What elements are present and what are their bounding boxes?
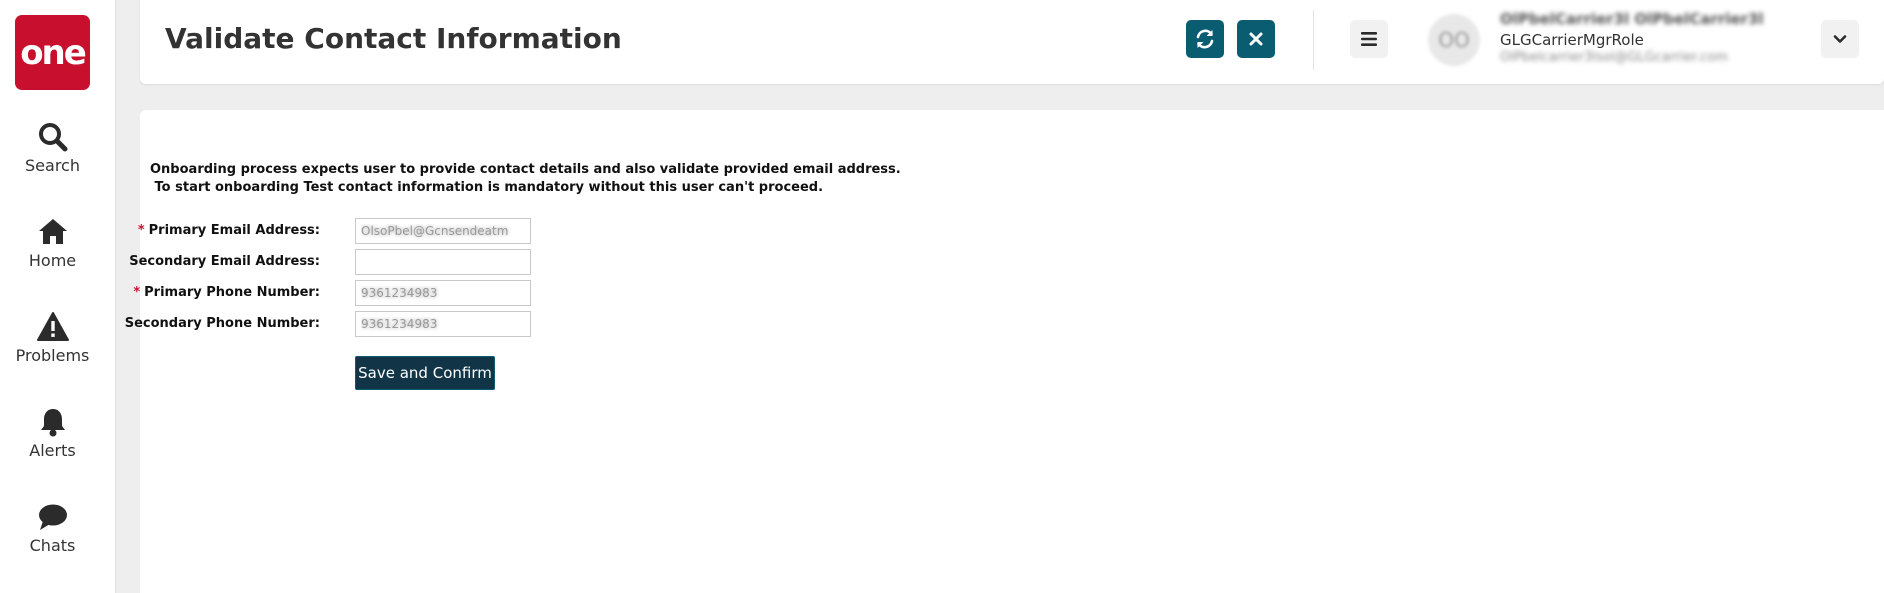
content-panel: Onboarding process expects user to provi… bbox=[125, 110, 1884, 593]
main-menu-button[interactable] bbox=[1350, 20, 1388, 58]
required-marker: * bbox=[133, 285, 141, 300]
intro-text: Onboarding process expects user to provi… bbox=[150, 161, 901, 197]
secondary-phone-label: Secondary Phone Number: bbox=[124, 316, 320, 331]
sidebar-item-problems[interactable]: Problems bbox=[0, 310, 105, 365]
sidebar-item-label: Search bbox=[25, 156, 80, 175]
sidebar-item-label: Home bbox=[28, 251, 77, 270]
primary-email-label: * Primary Email Address: bbox=[138, 223, 320, 238]
sidebar-item-alerts[interactable]: Alerts bbox=[0, 405, 105, 460]
intro-line-2: To start onboarding Test contact informa… bbox=[150, 180, 824, 195]
refresh-icon bbox=[1196, 29, 1214, 49]
sidebar-item-chats[interactable]: Chats bbox=[0, 500, 105, 555]
one-logo[interactable]: one bbox=[15, 15, 90, 90]
page-header: Validate Contact Information OO OlPbelCa… bbox=[140, 0, 1884, 84]
close-button[interactable] bbox=[1237, 20, 1275, 58]
bell-icon bbox=[40, 409, 65, 437]
avatar[interactable]: OO bbox=[1428, 14, 1480, 66]
primary-phone-label: * Primary Phone Number: bbox=[133, 285, 320, 300]
sidebar-item-label: Problems bbox=[15, 346, 90, 365]
refresh-button[interactable] bbox=[1186, 20, 1224, 58]
secondary-email-row: Secondary Email Address: bbox=[129, 249, 740, 277]
primary-email-label-text: Primary Email Address: bbox=[148, 223, 320, 238]
search-icon bbox=[38, 123, 67, 152]
chevron-down-icon bbox=[1833, 35, 1847, 43]
secondary-phone-row: Secondary Phone Number: bbox=[125, 311, 740, 339]
primary-phone-label-text: Primary Phone Number: bbox=[144, 285, 320, 300]
chat-icon bbox=[38, 504, 67, 530]
secondary-email-input[interactable] bbox=[355, 249, 531, 275]
user-name: OlPbelCarrier3l OlPbelCarrier3l bbox=[1500, 10, 1764, 28]
page-title: Validate Contact Information bbox=[165, 22, 622, 55]
left-sidebar: one Search Home Problems Alerts Chats bbox=[0, 0, 116, 593]
sidebar-item-search[interactable]: Search bbox=[0, 120, 105, 175]
close-icon bbox=[1249, 32, 1263, 46]
sidebar-item-label: Alerts bbox=[29, 441, 76, 460]
primary-email-input[interactable] bbox=[355, 218, 531, 244]
user-email: OlPbelcarrier3lsol@GLGcarrier.com bbox=[1500, 50, 1728, 65]
secondary-email-label: Secondary Email Address: bbox=[129, 254, 320, 269]
user-menu-dropdown[interactable] bbox=[1821, 20, 1859, 58]
required-marker: * bbox=[137, 223, 145, 238]
sidebar-item-home[interactable]: Home bbox=[0, 215, 105, 270]
warning-icon bbox=[36, 312, 69, 341]
user-role: GLGCarrierMgrRole bbox=[1500, 31, 1644, 49]
primary-phone-input[interactable] bbox=[355, 280, 531, 306]
sidebar-item-label: Chats bbox=[29, 536, 76, 555]
hamburger-menu-icon bbox=[1361, 32, 1377, 46]
intro-line-1: Onboarding process expects user to provi… bbox=[150, 162, 901, 177]
header-divider bbox=[1313, 10, 1314, 70]
secondary-phone-input[interactable] bbox=[355, 311, 531, 337]
save-and-confirm-button[interactable]: Save and Confirm bbox=[355, 356, 495, 390]
primary-phone-row: * Primary Phone Number: bbox=[133, 280, 740, 308]
logo-text: one bbox=[20, 32, 87, 73]
home-icon bbox=[38, 219, 67, 244]
primary-email-row: * Primary Email Address: bbox=[138, 218, 740, 246]
